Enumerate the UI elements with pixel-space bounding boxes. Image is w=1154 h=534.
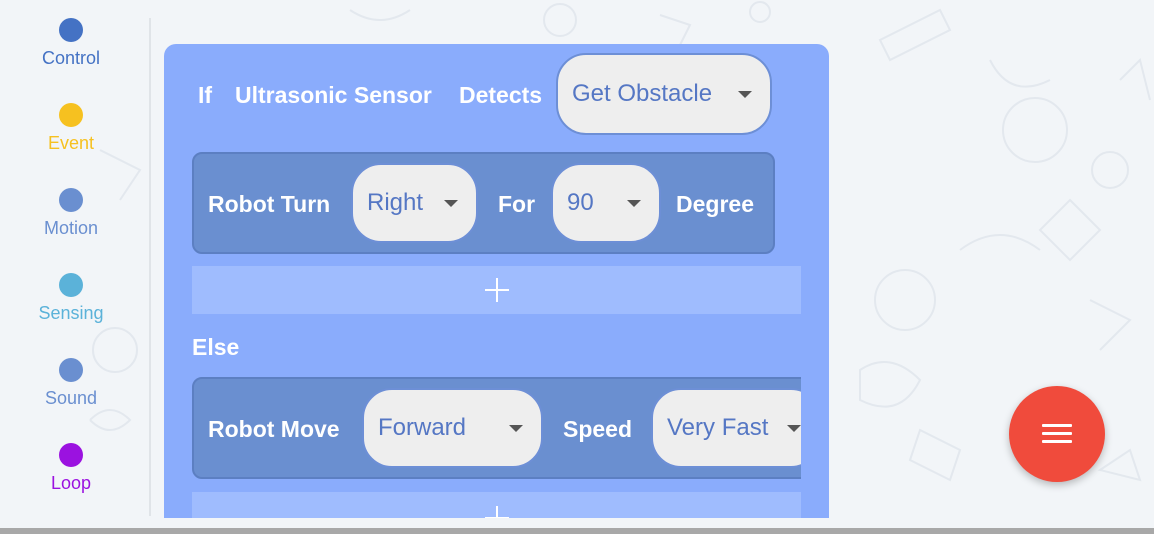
speed-dropdown[interactable]: Very Fast: [651, 388, 821, 468]
if-keyword: If: [198, 82, 213, 108]
turn-angle-dropdown[interactable]: 90: [551, 163, 661, 243]
sound-dot-icon: [59, 358, 83, 382]
category-label: Loop: [50, 473, 92, 493]
category-label: Event: [47, 133, 95, 153]
for-label: For: [498, 191, 536, 217]
condition-dropdown[interactable]: Get Obstacle: [556, 53, 772, 135]
turn-direction-dropdown[interactable]: Right: [351, 163, 478, 243]
category-label: Sensing: [38, 303, 104, 323]
caret-down-icon: [627, 200, 641, 207]
scroll-clip-edge: [801, 266, 829, 316]
speed-value: Very Fast: [667, 414, 769, 441]
sensing-dot-icon: [59, 273, 83, 297]
menu-icon: [1042, 424, 1072, 444]
caret-down-icon: [509, 425, 523, 432]
sidebar-divider: [149, 18, 151, 516]
category-label: Motion: [43, 218, 99, 238]
menu-fab-button[interactable]: [1009, 386, 1105, 482]
control-dot-icon: [59, 18, 83, 42]
if-else-block[interactable]: If Ultrasonic Sensor Detects Get Obstacl…: [164, 44, 829, 518]
speed-label: Speed: [563, 416, 633, 442]
plus-icon: [484, 278, 509, 302]
move-direction-dropdown[interactable]: Forward: [362, 388, 543, 468]
add-statement-button[interactable]: [192, 266, 801, 314]
bottom-edge-bar: [0, 528, 1154, 534]
robot-move-label: Robot Move: [208, 416, 340, 442]
condition-value: Get Obstacle: [572, 80, 713, 107]
category-sound[interactable]: Sound: [0, 358, 142, 430]
sensor-label: Ultrasonic Sensor: [235, 82, 432, 108]
caret-down-icon: [444, 200, 458, 207]
category-label: Sound: [44, 388, 98, 408]
event-dot-icon: [59, 103, 83, 127]
robot-turn-label: Robot Turn: [208, 191, 331, 217]
robot-move-statement[interactable]: Robot Move Forward Speed Very Fast: [192, 377, 829, 479]
category-motion[interactable]: Motion: [0, 188, 142, 260]
category-label: Control: [41, 48, 101, 68]
detects-label: Detects: [459, 82, 543, 108]
category-sidebar: Control Event Motion Sensing Sound Loop: [0, 0, 150, 516]
turn-angle-value: 90: [567, 189, 594, 216]
category-event[interactable]: Event: [0, 103, 142, 175]
move-direction-value: Forward: [378, 414, 467, 441]
add-statement-button[interactable]: [192, 492, 801, 518]
plus-icon: [484, 506, 509, 518]
caret-down-icon: [738, 91, 752, 98]
turn-direction-value: Right: [367, 189, 424, 216]
category-sensing[interactable]: Sensing: [0, 273, 142, 345]
motion-dot-icon: [59, 188, 83, 212]
caret-down-icon: [787, 425, 801, 432]
scroll-clip-edge: [801, 376, 829, 480]
degree-label: Degree: [676, 191, 754, 217]
robot-turn-statement[interactable]: Robot Turn Right For 90 Degree: [192, 152, 775, 254]
category-control[interactable]: Control: [0, 18, 142, 90]
else-keyword: Else: [192, 334, 240, 360]
loop-dot-icon: [59, 443, 83, 467]
category-loop[interactable]: Loop: [0, 443, 142, 515]
